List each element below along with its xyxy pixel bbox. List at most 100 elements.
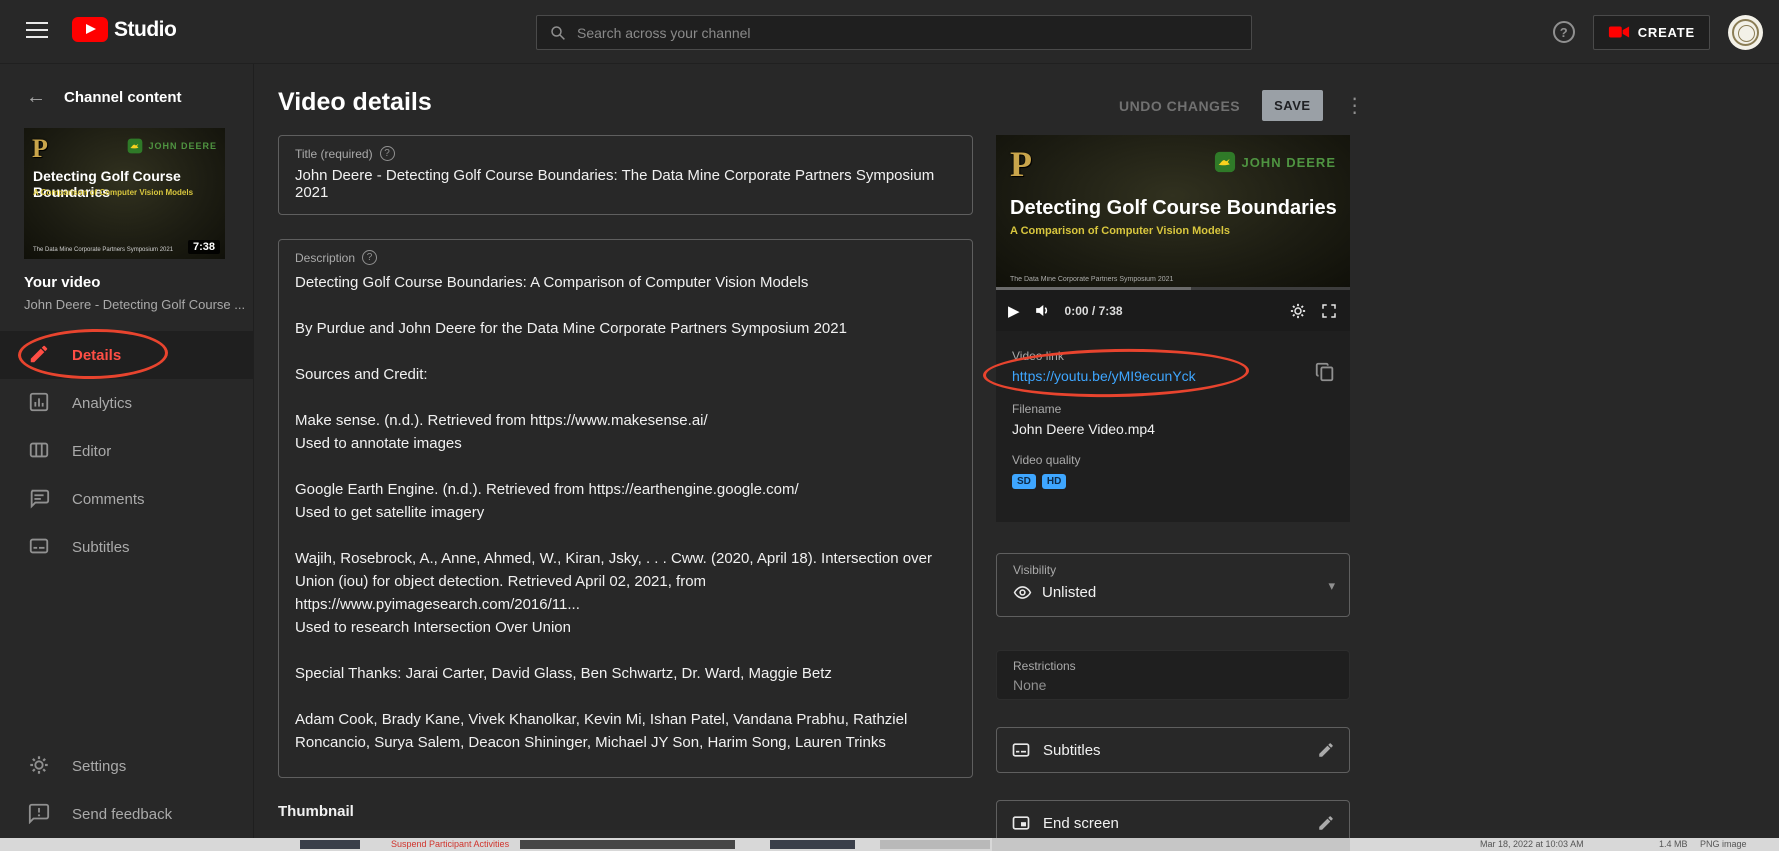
search-input[interactable] [577,25,1239,41]
page-title: Video details [278,88,432,117]
sidebar-item-comments[interactable]: Comments [0,475,253,523]
fullscreen-icon[interactable] [1320,302,1338,320]
copy-link-icon[interactable] [1314,361,1336,383]
sidebar-item-label: Send feedback [72,806,172,823]
volume-icon[interactable] [1033,301,1052,320]
window-scrollbar-fragment [992,838,1350,851]
gear-icon [28,754,52,778]
subtitles-card[interactable]: Subtitles [996,727,1350,773]
editor-icon [28,439,52,463]
save-button[interactable]: SAVE [1262,90,1322,121]
eye-icon [1013,583,1032,602]
player-artwork: P JOHN DEERE Detecting Golf Course Bound… [996,135,1350,287]
video-title-truncated: John Deere - Detecting Golf Course ... [24,297,245,312]
sidebar-item-label: Comments [72,491,145,508]
sidebar-item-send-feedback[interactable]: Send feedback [0,790,253,838]
purdue-p-logo: P [1010,143,1032,185]
topbar-right-cluster: ? CREATE [1553,0,1763,64]
file-date-text: Mar 18, 2022 at 10:03 AM [1480,838,1584,851]
sidebar-item-label: Details [72,347,121,364]
end-screen-icon [1011,813,1031,833]
sidebar-item-label: Settings [72,758,126,775]
kebab-menu-icon[interactable]: ⋮ [1345,93,1365,118]
thumbnail-footer-text: The Data Mine Corporate Partners Symposi… [33,247,173,253]
visibility-value: Unlisted [1042,584,1096,601]
john-deere-deer-icon [127,138,143,154]
sidebar: ← Channel content P JOHN DEERE Detecting… [0,64,254,838]
edit-subtitles-pencil-icon[interactable] [1317,741,1335,759]
title-help-icon[interactable]: ? [380,146,395,161]
description-field-header: Description ? [295,250,956,265]
hamburger-menu-icon[interactable] [26,22,48,40]
sidebar-item-label: Subtitles [72,539,130,556]
visibility-dropdown[interactable]: Visibility Unlisted ▾ [996,553,1350,617]
sidebar-item-editor[interactable]: Editor [0,427,253,475]
restrictions-label: Restrictions [1013,659,1333,673]
filename-value: John Deere Video.mp4 [1012,421,1334,437]
play-icon[interactable]: ▶ [1008,302,1020,320]
comments-icon [28,487,52,511]
thumbnail-subtitle: A Comparison of Computer Vision Models [33,188,193,197]
search-icon [549,24,567,42]
create-button[interactable]: CREATE [1593,15,1710,50]
sidebar-item-label: Analytics [72,395,132,412]
title-field[interactable]: Title (required) ? John Deere - Detectin… [278,135,973,215]
john-deere-brand: JOHN DEERE [1214,151,1336,173]
visibility-value-row: Unlisted [1013,583,1333,602]
edit-end-screen-pencil-icon[interactable] [1317,814,1335,832]
help-icon[interactable]: ? [1553,21,1575,43]
thumbnail-section-label: Thumbnail [278,803,354,820]
title-field-value: John Deere - Detecting Golf Course Bound… [295,167,956,201]
purdue-seal-icon [1732,19,1759,46]
studio-wordmark: Studio [114,18,176,42]
pencil-icon [28,343,52,367]
strip-red-text: Suspend Participant Activities [391,838,509,851]
player-settings-icon[interactable] [1289,302,1307,320]
title-field-header: Title (required) ? [295,146,956,161]
window-fragment [300,840,360,849]
video-info-box: Video link https://youtu.be/yMI9ecunYck … [996,331,1350,522]
undo-changes-button[interactable]: UNDO CHANGES [1119,98,1240,114]
restrictions-field[interactable]: Restrictions None [996,650,1350,700]
subtitles-icon [1011,740,1031,760]
video-camera-icon [1608,24,1630,40]
visibility-label: Visibility [1013,563,1333,577]
description-field-value: Detecting Golf Course Boundaries: A Comp… [295,271,956,754]
player-video-subtitle: A Comparison of Computer Vision Models [1010,225,1230,237]
video-quality-label: Video quality [1012,453,1334,467]
analytics-icon [28,391,52,415]
channel-content-label: Channel content [64,89,182,106]
page-actions: UNDO CHANGES SAVE ⋮ [1119,90,1365,121]
account-avatar[interactable] [1728,15,1763,50]
window-fragment [770,840,855,849]
player-controls: ▶ 0:00 / 7:38 [996,287,1350,331]
player-caption-text: The Data Mine Corporate Partners Symposi… [1010,276,1173,283]
back-arrow-icon[interactable]: ← [26,86,46,109]
controls-row: ▶ 0:00 / 7:38 [996,290,1350,331]
duration-badge: 7:38 [188,240,220,254]
sidebar-item-settings[interactable]: Settings [0,742,253,790]
subtitles-card-label: Subtitles [1043,742,1305,759]
john-deere-label: JOHN DEERE [148,141,217,151]
description-field[interactable]: Description ? Detecting Golf Course Boun… [278,239,973,778]
chevron-down-icon[interactable]: ▾ [1328,578,1335,594]
sidebar-item-details[interactable]: Details [0,331,253,379]
topbar: Studio ? CREATE [0,0,1779,64]
description-help-icon[interactable]: ? [362,250,377,265]
time-display: 0:00 / 7:38 [1065,304,1123,318]
your-video-label: Your video [24,274,100,291]
back-row: ← Channel content [26,86,182,109]
video-link[interactable]: https://youtu.be/yMI9ecunYck [1012,368,1196,384]
sidebar-item-subtitles[interactable]: Subtitles [0,523,253,571]
john-deere-label: JOHN DEERE [1241,155,1336,170]
filename-label: Filename [1012,402,1334,416]
description-field-label: Description [295,251,355,265]
purdue-p-logo: P [32,134,48,164]
sidebar-item-analytics[interactable]: Analytics [0,379,253,427]
channel-search [536,15,1252,50]
file-size-text: 1.4 MB [1659,838,1688,851]
youtube-studio-app: Studio ? CREATE ← Channel content [0,0,1779,851]
john-deere-deer-icon [1214,151,1236,173]
video-player: P JOHN DEERE Detecting Golf Course Bound… [996,135,1350,331]
youtube-studio-logo[interactable]: Studio [72,17,176,42]
